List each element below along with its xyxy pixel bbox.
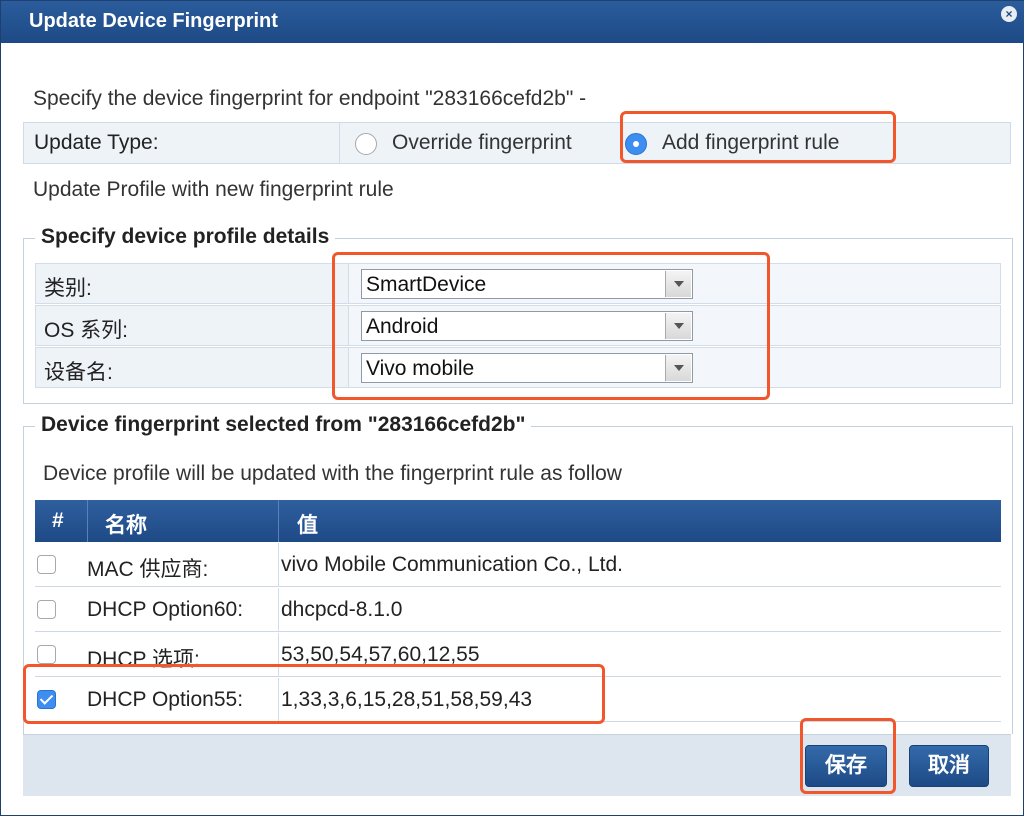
- profile-note: Update Profile with new fingerprint rule: [33, 178, 394, 201]
- dialog-title-bar[interactable]: Update Device Fingerprint ×: [1, 1, 1024, 43]
- category-label: 类别:: [44, 277, 92, 300]
- row-checkbox[interactable]: [37, 555, 56, 574]
- column-divider: [87, 500, 88, 542]
- row-checkbox[interactable]: [37, 645, 56, 664]
- override-fingerprint-radio[interactable]: [355, 133, 377, 155]
- column-divider: [278, 500, 279, 542]
- close-icon[interactable]: ×: [1001, 6, 1017, 22]
- intro-text: Specify the device fingerprint for endpo…: [33, 87, 587, 110]
- column-header-name: 名称: [105, 514, 147, 537]
- column-header-value: 值: [297, 514, 318, 537]
- fingerprint-legend: Device fingerprint selected from "283166…: [35, 413, 532, 437]
- column-divider: [278, 543, 279, 587]
- update-type-label: Update Type:: [34, 131, 159, 154]
- override-fingerprint-label[interactable]: Override fingerprint: [392, 131, 572, 155]
- fingerprint-table-header: # 名称 值: [35, 500, 1001, 542]
- device-name-label: 设备名:: [44, 361, 113, 384]
- os-family-label: OS 系列:: [44, 319, 129, 342]
- update-type-label-cell: Update Type:: [24, 123, 340, 163]
- table-row: MAC 供应商: vivo Mobile Communication Co., …: [35, 543, 1001, 587]
- row-name: DHCP Option60:: [87, 598, 244, 621]
- column-header-index: #: [52, 509, 64, 532]
- profile-details-highlight: [332, 252, 770, 400]
- column-divider: [278, 588, 279, 632]
- dialog-title: Update Device Fingerprint: [29, 10, 278, 32]
- row-checkbox[interactable]: [37, 600, 56, 619]
- table-row: DHCP Option60: dhcpcd-8.1.0: [35, 588, 1001, 632]
- update-fingerprint-dialog: Update Device Fingerprint × Specify the …: [0, 0, 1024, 816]
- update-type-highlight: [620, 111, 896, 163]
- row-name: MAC 供应商:: [87, 558, 209, 581]
- save-button-highlight: [800, 718, 896, 794]
- fingerprint-description: Device profile will be updated with the …: [43, 462, 622, 485]
- row-value: vivo Mobile Communication Co., Ltd.: [281, 553, 623, 576]
- row-value: dhcpcd-8.1.0: [281, 598, 403, 621]
- cancel-button[interactable]: 取消: [909, 745, 989, 787]
- option55-row-highlight: [23, 664, 605, 724]
- device-profile-legend: Specify device profile details: [35, 225, 336, 249]
